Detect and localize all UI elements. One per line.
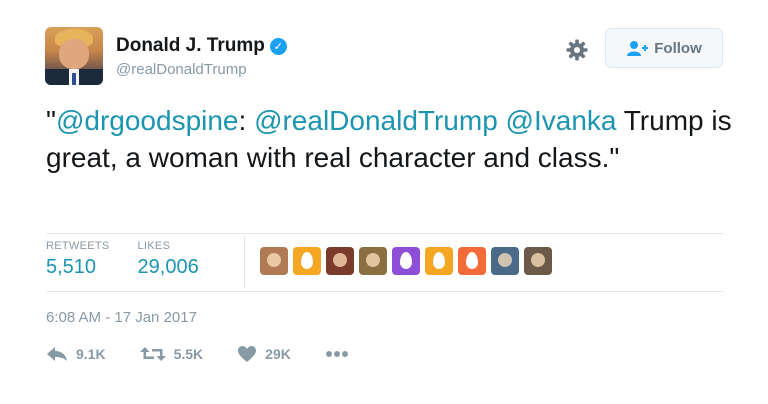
- liker-avatar[interactable]: [524, 247, 552, 275]
- more-icon: [325, 351, 348, 357]
- egg-avatar-icon[interactable]: [293, 247, 321, 275]
- tweet-text-part: [498, 105, 506, 136]
- reply-button[interactable]: 9.1K: [46, 346, 106, 362]
- verified-icon: ✓: [269, 37, 287, 55]
- mention-link[interactable]: @Ivanka: [506, 105, 617, 136]
- tweet-stats: RETWEETS 5,510 LIKES 29,006: [46, 240, 227, 279]
- follow-button[interactable]: Follow: [605, 28, 723, 68]
- avatar-face: [59, 39, 89, 69]
- retweets-stat[interactable]: RETWEETS 5,510: [46, 240, 110, 279]
- egg-shape: [301, 252, 313, 269]
- gear-icon[interactable]: [565, 38, 589, 62]
- liker-avatar[interactable]: [359, 247, 387, 275]
- author-handle[interactable]: @realDonaldTrump: [116, 61, 287, 78]
- liker-photo-detail: [498, 253, 512, 267]
- tweet-timestamp[interactable]: 6:08 AM - 17 Jan 2017: [46, 309, 197, 326]
- likes-count[interactable]: 29,006: [138, 256, 199, 279]
- divider: [46, 291, 724, 292]
- more-button[interactable]: [325, 350, 357, 358]
- tweet-text: "@drgoodspine: @realDonaldTrump @Ivanka …: [46, 102, 736, 176]
- liker-avatar[interactable]: [491, 247, 519, 275]
- liker-photo-detail: [366, 253, 380, 267]
- tweet-quote-open: ": [46, 105, 56, 136]
- egg-shape: [400, 252, 412, 269]
- like-count: 29K: [265, 346, 291, 362]
- liker-photo-detail: [267, 253, 281, 267]
- author-name[interactable]: Donald J. Trump: [116, 35, 265, 57]
- liker-photo-detail: [333, 253, 347, 267]
- egg-shape: [433, 252, 445, 269]
- divider: [46, 233, 724, 234]
- retweets-count[interactable]: 5,510: [46, 256, 110, 279]
- likes-stat[interactable]: LIKES 29,006: [138, 240, 199, 279]
- mention-link[interactable]: @drgoodspine: [56, 105, 239, 136]
- author-avatar[interactable]: [45, 27, 103, 85]
- egg-avatar-icon[interactable]: [458, 247, 486, 275]
- egg-avatar-icon[interactable]: [392, 247, 420, 275]
- reply-count: 9.1K: [76, 346, 106, 362]
- stats-separator: [244, 236, 245, 288]
- egg-avatar-icon[interactable]: [425, 247, 453, 275]
- retweets-label: RETWEETS: [46, 240, 110, 252]
- author-info: Donald J. Trump ✓ @realDonaldTrump: [116, 35, 287, 78]
- like-button[interactable]: 29K: [237, 345, 291, 363]
- follow-button-label: Follow: [654, 39, 702, 57]
- tweet-text-part: :: [238, 105, 255, 136]
- egg-shape: [466, 252, 478, 269]
- retweet-button[interactable]: 5.5K: [139, 346, 204, 362]
- avatar-tie: [72, 73, 76, 85]
- heart-icon: [238, 346, 257, 362]
- retweet-icon: [139, 347, 166, 361]
- liker-avatar[interactable]: [260, 247, 288, 275]
- likes-label: LIKES: [137, 240, 171, 252]
- likers-list: [260, 247, 552, 275]
- mention-link[interactable]: @realDonaldTrump: [254, 105, 498, 136]
- retweet-count: 5.5K: [173, 346, 204, 362]
- add-user-icon: [627, 41, 649, 56]
- liker-avatar[interactable]: [326, 247, 354, 275]
- liker-photo-detail: [531, 253, 545, 267]
- reply-icon: [47, 347, 67, 361]
- tweet-actions: 9.1K 5.5K 29K: [46, 345, 391, 363]
- author-name-row[interactable]: Donald J. Trump ✓: [116, 35, 287, 57]
